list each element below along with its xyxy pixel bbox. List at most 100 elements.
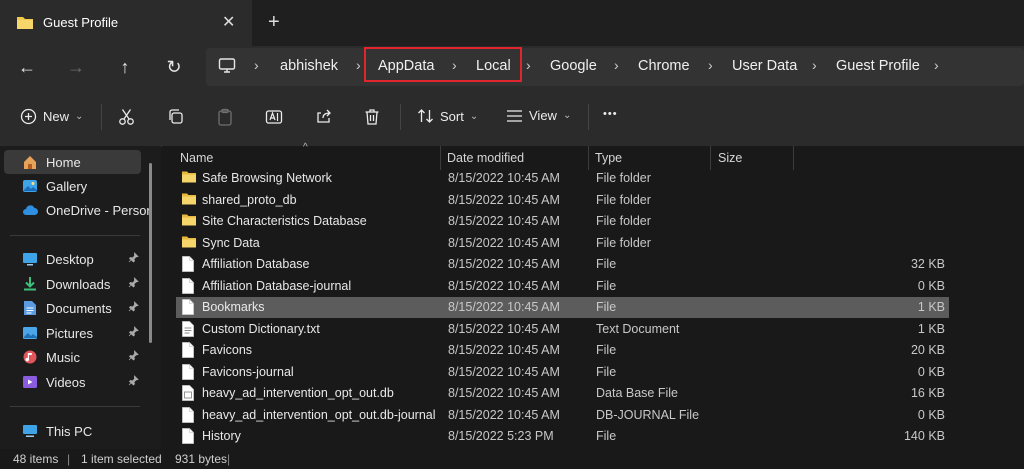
breadcrumb-chrome[interactable]: Chrome	[638, 58, 690, 74]
new-label: New	[43, 109, 70, 124]
breadcrumb-abhishek[interactable]: abhishek	[280, 58, 338, 74]
music-icon	[22, 349, 38, 365]
sidebar-item-downloads[interactable]: Downloads	[0, 272, 150, 296]
table-row[interactable]: Affiliation Database 8/15/2022 10:45 AM Fi…	[176, 254, 949, 275]
forward-button[interactable]: →	[62, 53, 90, 81]
table-row[interactable]: heavy_ad_intervention_opt_out.db 8/15/202…	[176, 383, 949, 404]
up-button[interactable]: ↑	[111, 53, 139, 81]
breadcrumb-separator[interactable]: ›	[614, 57, 619, 73]
table-row[interactable]: Affiliation Database-journal 8/15/2022 10…	[176, 276, 949, 297]
new-button[interactable]: New ⌄	[20, 108, 83, 125]
more-options-icon[interactable]: •••	[603, 108, 618, 120]
delete-button[interactable]	[364, 108, 380, 126]
file-name: heavy_ad_intervention_opt_out.db-journal	[202, 407, 436, 422]
cut-button[interactable]	[118, 108, 135, 126]
sidebar-divider	[10, 406, 140, 407]
sidebar-item-pictures[interactable]: Pictures	[0, 321, 150, 345]
file-date: 8/15/2022 10:45 AM	[448, 321, 560, 336]
view-button[interactable]: View ⌄	[506, 108, 571, 123]
sidebar-item-music[interactable]: Music	[0, 345, 150, 369]
table-row[interactable]: Bookmarks 8/15/2022 10:45 AM File 1 KB	[176, 297, 949, 318]
file-date: 8/15/2022 10:45 AM	[448, 171, 560, 185]
sidebar-item-desktop[interactable]: Desktop	[0, 247, 150, 271]
file-type: File	[596, 343, 617, 357]
sidebar-item-videos[interactable]: Videos	[0, 370, 150, 394]
sidebar-item-this-pc[interactable]: This PC	[0, 419, 150, 443]
table-row[interactable]: Sync Data 8/15/2022 10:45 AM File folder	[176, 233, 949, 254]
rename-button[interactable]	[265, 108, 283, 126]
file-name: Bookmarks	[202, 300, 265, 314]
pin-icon	[128, 252, 139, 266]
toolbar-divider	[400, 104, 401, 130]
breadcrumb-separator[interactable]: ›	[526, 57, 531, 73]
breadcrumb-separator[interactable]: ›	[812, 57, 817, 73]
file-name: Favicons	[202, 343, 253, 357]
sidebar-item-label: Pictures	[46, 325, 93, 341]
file-date: 8/15/2022 10:45 AM	[448, 407, 560, 422]
sidebar-item-documents[interactable]: Documents	[0, 296, 150, 320]
table-row[interactable]: shared_proto_db 8/15/2022 10:45 AM File fo…	[176, 190, 949, 211]
column-header-type[interactable]: Type	[595, 151, 622, 165]
breadcrumb-separator[interactable]: ›	[708, 57, 713, 73]
window-tab[interactable]: Guest Profile ✕	[0, 0, 252, 46]
back-button[interactable]: ←	[13, 53, 41, 81]
sidebar-item-label: Gallery	[46, 178, 88, 194]
breadcrumb-separator[interactable]: ›	[356, 57, 361, 73]
column-header-date[interactable]: Date modified	[447, 151, 524, 165]
file-date: 8/15/2022 10:45 AM	[448, 300, 560, 314]
table-row[interactable]: History 8/15/2022 5:23 PM File 140 KB	[176, 426, 949, 447]
new-tab-button[interactable]: +	[268, 11, 280, 34]
address-bar[interactable]: › abhishek › AppData › Local › Google › …	[206, 48, 1024, 86]
file-icon	[181, 277, 197, 294]
table-row[interactable]: Favicons 8/15/2022 10:45 AM File 20 KB	[176, 340, 949, 361]
column-header-name[interactable]: Name	[180, 151, 213, 165]
pictures-icon	[22, 325, 38, 341]
pin-icon	[128, 301, 139, 315]
column-divider[interactable]	[588, 146, 589, 170]
breadcrumb-google[interactable]: Google	[550, 58, 597, 74]
refresh-button[interactable]: ↻	[160, 53, 188, 81]
file-size: 0 KB	[917, 364, 945, 379]
file-icon	[181, 363, 197, 380]
column-divider[interactable]	[440, 146, 441, 170]
folder-icon	[181, 170, 197, 186]
file-name: History	[202, 429, 241, 443]
breadcrumb-separator[interactable]: ›	[934, 57, 939, 73]
folder-icon	[16, 15, 34, 35]
copy-button[interactable]	[167, 108, 184, 125]
sort-arrow-icon: ^	[303, 142, 308, 153]
toolbar-divider	[588, 104, 589, 130]
table-row[interactable]: Custom Dictionary.txt 8/15/2022 10:45 AM T…	[176, 319, 949, 340]
share-button[interactable]	[315, 108, 332, 125]
paste-icon	[218, 108, 232, 126]
sidebar-item-onedrive[interactable]: OneDrive - Persor	[0, 198, 150, 222]
table-row[interactable]: Site Characteristics Database 8/15/2022 1…	[176, 211, 949, 232]
rename-icon	[265, 110, 283, 124]
pin-icon	[128, 375, 139, 389]
sidebar-item-home[interactable]: Home	[4, 150, 141, 174]
sidebar-item-gallery[interactable]: Gallery	[0, 174, 150, 198]
this-pc-icon[interactable]	[218, 57, 236, 80]
table-row[interactable]: Favicons-journal 8/15/2022 10:45 AM File 0 …	[176, 362, 949, 383]
breadcrumb-guest-profile[interactable]: Guest Profile	[836, 58, 920, 74]
column-divider[interactable]	[710, 146, 711, 170]
file-name: Sync Data	[202, 235, 260, 250]
table-row[interactable]: heavy_ad_intervention_opt_out.db-journal…	[176, 405, 949, 426]
breadcrumb-user-data[interactable]: User Data	[732, 58, 797, 74]
sidebar-scrollbar[interactable]	[149, 163, 152, 343]
paste-button[interactable]	[217, 108, 233, 126]
selection-count: 1 item selected	[81, 452, 162, 466]
column-header-size[interactable]: Size	[718, 151, 742, 165]
breadcrumb-separator[interactable]: ›	[254, 57, 259, 73]
file-icon	[181, 256, 197, 272]
column-divider[interactable]	[793, 146, 794, 170]
desktop-icon	[22, 251, 38, 267]
sidebar-item-label: Documents	[46, 300, 112, 316]
share-icon	[317, 109, 331, 123]
onedrive-icon	[22, 202, 38, 218]
folder-icon	[181, 235, 197, 251]
sort-button[interactable]: Sort ⌄	[417, 108, 478, 124]
close-tab-icon[interactable]: ✕	[222, 12, 235, 32]
file-size: 1 KB	[917, 321, 945, 336]
table-row[interactable]: Safe Browsing Network 8/15/2022 10:45 AM F…	[176, 168, 949, 189]
